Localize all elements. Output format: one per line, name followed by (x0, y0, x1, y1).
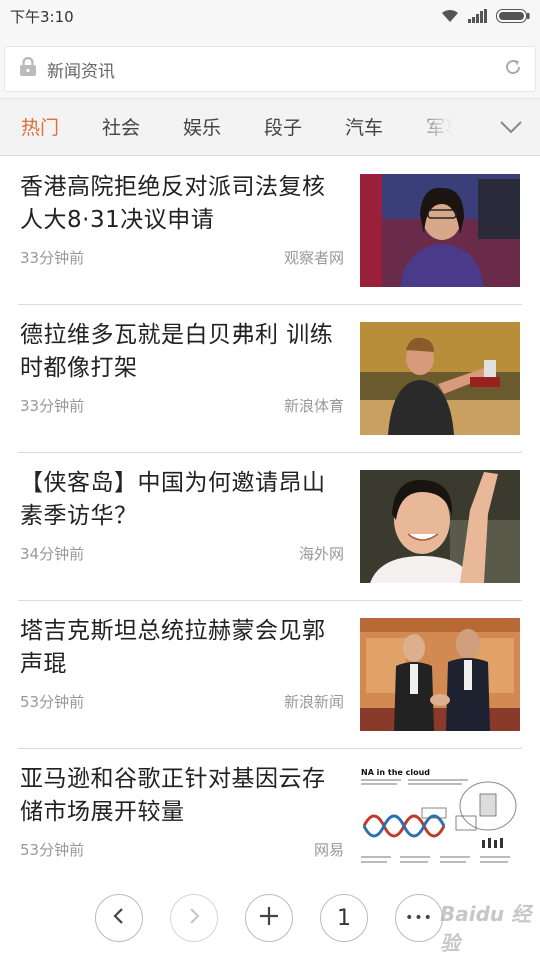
tab-hot[interactable]: 热门 (21, 113, 59, 140)
status-bar: 下午3:10 (0, 0, 540, 32)
news-item[interactable]: 亚马逊和谷歌正针对基因云存储市场展开较量 53分钟前 网易 NA in the … (18, 749, 522, 897)
news-time: 33分钟前 (20, 249, 85, 267)
news-title[interactable]: 【侠客岛】中国为何邀请昂山素季访华？ (20, 467, 340, 533)
news-source: 观察者网 (283, 249, 344, 267)
battery-icon (496, 9, 530, 23)
plus-icon (258, 905, 280, 931)
tab-count: 1 (337, 905, 351, 931)
news-thumbnail[interactable] (360, 470, 520, 583)
news-thumbnail[interactable] (360, 174, 520, 287)
news-thumbnail[interactable]: NA in the cloud (360, 766, 520, 879)
address-bar-area: 新闻资讯 (0, 32, 540, 98)
chevron-down-icon[interactable] (496, 113, 526, 141)
news-title[interactable]: 亚马逊和谷歌正针对基因云存储市场展开较量 (20, 763, 340, 829)
back-button[interactable] (95, 894, 143, 942)
news-item[interactable]: 香港高院拒绝反对派司法复核人大8·31决议申请 33分钟前 观察者网 (18, 157, 522, 305)
menu-button[interactable]: ••• (395, 894, 443, 942)
thumb-heading: NA in the cloud (361, 768, 430, 777)
address-bar[interactable]: 新闻资讯 (4, 46, 536, 92)
news-source: 网易 (313, 841, 344, 859)
news-time: 34分钟前 (20, 545, 85, 563)
news-title[interactable]: 塔吉克斯坦总统拉赫蒙会见郭声琨 (20, 615, 340, 681)
tabs-button[interactable]: 1 (320, 894, 368, 942)
news-time: 33分钟前 (20, 397, 85, 415)
status-icons (440, 8, 530, 24)
category-tabs: 热门 社会 娱乐 段子 汽车 军事 (0, 98, 540, 156)
news-source: 新浪新闻 (283, 693, 344, 711)
forward-button[interactable] (170, 894, 218, 942)
tab-society[interactable]: 社会 (102, 113, 140, 140)
news-source: 新浪体育 (283, 397, 344, 415)
forward-icon (184, 906, 204, 930)
more-icon: ••• (405, 910, 433, 926)
news-title[interactable]: 香港高院拒绝反对派司法复核人大8·31决议申请 (20, 171, 340, 237)
tab-cars[interactable]: 汽车 (345, 113, 383, 140)
new-tab-button[interactable] (245, 894, 293, 942)
news-source: 海外网 (298, 545, 344, 563)
watermark: Baidu 经验 (440, 902, 532, 955)
news-thumbnail[interactable] (360, 618, 520, 731)
tab-fade (405, 99, 485, 155)
news-item[interactable]: 德拉维多瓦就是白贝弗利 训练时都像打架 33分钟前 新浪体育 (18, 305, 522, 453)
news-title[interactable]: 德拉维多瓦就是白贝弗利 训练时都像打架 (20, 319, 340, 385)
address-text[interactable]: 新闻资讯 (47, 57, 503, 82)
tab-entertainment[interactable]: 娱乐 (183, 113, 221, 140)
wifi-icon (440, 8, 460, 24)
news-thumbnail[interactable] (360, 322, 520, 435)
news-time: 53分钟前 (20, 841, 85, 859)
signal-icon (468, 9, 488, 23)
news-item[interactable]: 塔吉克斯坦总统拉赫蒙会见郭声琨 53分钟前 新浪新闻 (18, 601, 522, 749)
status-time: 下午3:10 (10, 7, 74, 26)
refresh-icon[interactable] (503, 57, 523, 81)
news-time: 53分钟前 (20, 693, 85, 711)
tab-jokes[interactable]: 段子 (264, 113, 302, 140)
news-item[interactable]: 【侠客岛】中国为何邀请昂山素季访华？ 34分钟前 海外网 (18, 453, 522, 601)
lock-icon (19, 56, 37, 81)
back-icon (109, 906, 129, 930)
